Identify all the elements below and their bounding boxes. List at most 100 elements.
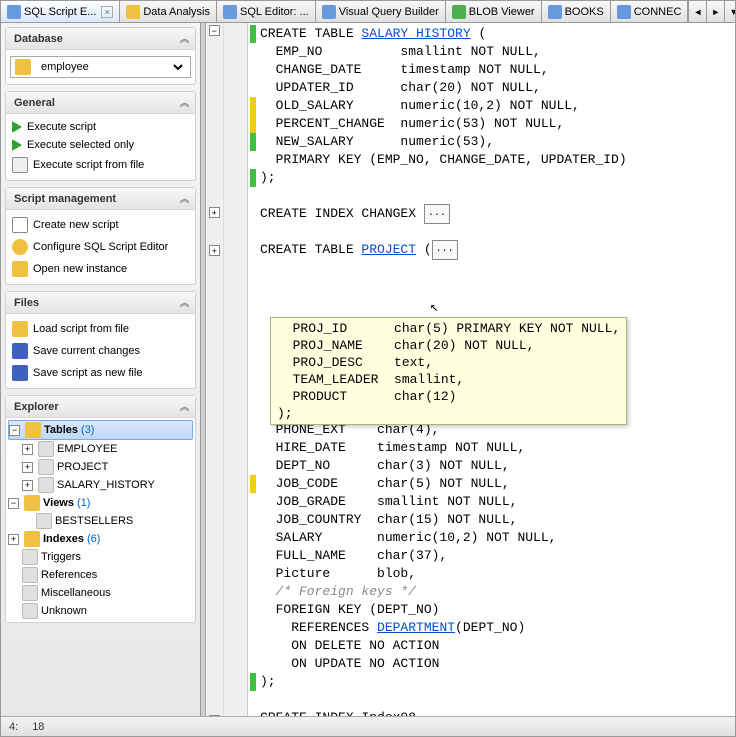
item-label: Configure SQL Script Editor (33, 241, 168, 253)
sidebar-item[interactable]: Execute selected only (8, 136, 193, 154)
tree-row[interactable]: −Views (1) (8, 494, 193, 512)
fold-toggle-icon[interactable]: + (209, 207, 220, 218)
code-line[interactable] (250, 691, 735, 709)
code-line[interactable] (250, 259, 735, 277)
change-marker (250, 223, 256, 241)
code-line[interactable]: UPDATER_ID char(20) NOT NULL, (250, 79, 735, 97)
editor[interactable]: −++− CREATE TABLE SALARY_HISTORY ( EMP_N… (206, 23, 735, 716)
code-line[interactable]: JOB_CODE char(5) NOT NULL, (250, 475, 735, 493)
tab-nav-button[interactable]: ▼ (724, 1, 735, 22)
tab[interactable]: CONNEC (611, 1, 689, 22)
ellipsis-icon[interactable]: ... (424, 204, 450, 224)
code-line[interactable]: DEPT_NO char(3) NOT NULL, (250, 457, 735, 475)
code-line[interactable]: CREATE INDEX Index08 (250, 709, 735, 716)
sidebar-item[interactable]: Save script as new file (8, 362, 193, 384)
code-line[interactable]: Picture blob, (250, 565, 735, 583)
explorer-header[interactable]: Explorer ︽ (6, 396, 195, 418)
tree-row[interactable]: +SALARY_HISTORY (8, 476, 193, 494)
script-management-header[interactable]: Script management ︽ (6, 188, 195, 210)
fold-toggle-icon[interactable]: + (209, 245, 220, 256)
code-line[interactable]: FOREIGN KEY (DEPT_NO) (250, 601, 735, 619)
code-line[interactable]: REFERENCES DEPARTMENT(DEPT_NO) (250, 619, 735, 637)
code-line[interactable]: CHANGE_DATE timestamp NOT NULL, (250, 61, 735, 79)
code-line[interactable] (250, 223, 735, 241)
tree-toggle-icon[interactable]: + (22, 444, 33, 455)
tab[interactable]: SQL Editor: ... (217, 1, 316, 22)
tree-toggle-icon[interactable]: − (8, 498, 19, 509)
general-header[interactable]: General ︽ (6, 92, 195, 114)
sidebar-item[interactable]: Configure SQL Script Editor (8, 236, 193, 258)
code-line[interactable]: CREATE TABLE PROJECT ( ... PROJ_ID char(… (250, 241, 735, 259)
tree-row[interactable]: +Indexes (6) (8, 530, 193, 548)
tree-label: Unknown (41, 603, 87, 619)
tree-row[interactable]: Miscellaneous (8, 584, 193, 602)
code-text: ( (416, 241, 432, 259)
code-line[interactable]: /* Foreign keys */ (250, 583, 735, 601)
tree-row[interactable]: −Tables (3) (8, 420, 193, 440)
code-body[interactable]: CREATE TABLE SALARY_HISTORY ( EMP_NO sma… (248, 23, 735, 716)
code-line[interactable]: PERCENT_CHANGE numeric(53) NOT NULL, (250, 115, 735, 133)
change-marker (250, 547, 256, 565)
code-link[interactable]: PROJECT (361, 241, 416, 259)
tree-toggle-icon[interactable]: − (9, 425, 20, 436)
code-line[interactable]: ON UPDATE NO ACTION (250, 655, 735, 673)
database-header[interactable]: Database ︽ (6, 28, 195, 50)
code-text: Picture blob, (260, 565, 416, 583)
ellipsis-icon[interactable]: ... (432, 240, 458, 260)
collapse-icon: ︽ (180, 400, 187, 413)
fold-toggle-icon[interactable]: − (209, 25, 220, 36)
tab-nav-button[interactable]: ► (706, 1, 724, 22)
open-icon (12, 261, 28, 277)
code-link[interactable]: DEPARTMENT (377, 619, 455, 637)
tree-row[interactable]: References (8, 566, 193, 584)
code-line[interactable] (250, 277, 735, 295)
sidebar-item[interactable]: Open new instance (8, 258, 193, 280)
code-line[interactable] (250, 187, 735, 205)
tab[interactable]: BOOKS (542, 1, 611, 22)
close-icon[interactable]: × (101, 6, 113, 18)
code-line[interactable]: FULL_NAME char(37), (250, 547, 735, 565)
tab-nav-button[interactable]: ◄ (688, 1, 706, 22)
code-line[interactable]: OLD_SALARY numeric(10,2) NOT NULL, (250, 97, 735, 115)
tab[interactable]: SQL Script E...× (1, 1, 120, 22)
code-line[interactable]: ); (250, 169, 735, 187)
tree-toggle-icon[interactable]: + (22, 462, 33, 473)
tree-count: (1) (77, 495, 90, 511)
tree-row[interactable]: Triggers (8, 548, 193, 566)
change-marker (250, 619, 256, 637)
database-select[interactable]: employee (37, 60, 186, 74)
code-line[interactable]: PRIMARY KEY (EMP_NO, CHANGE_DATE, UPDATE… (250, 151, 735, 169)
code-line[interactable]: ); (250, 673, 735, 691)
code-line[interactable]: CREATE TABLE SALARY_HISTORY ( (250, 25, 735, 43)
tree-toggle-icon[interactable]: + (8, 534, 19, 545)
sidebar-item[interactable]: Execute script (8, 118, 193, 136)
code-line[interactable]: NEW_SALARY numeric(53), (250, 133, 735, 151)
tab[interactable]: Data Analysis (120, 1, 217, 22)
code-line[interactable]: JOB_GRADE smallint NOT NULL, (250, 493, 735, 511)
database-dropdown[interactable]: employee (10, 56, 191, 78)
play-sel-icon (12, 139, 22, 151)
code-line[interactable]: CREATE INDEX CHANGEX ... (250, 205, 735, 223)
code-line[interactable]: HIRE_DATE timestamp NOT NULL, (250, 439, 735, 457)
code-line[interactable]: SALARY numeric(10,2) NOT NULL, (250, 529, 735, 547)
code-line[interactable]: ON DELETE NO ACTION (250, 637, 735, 655)
tab-label: Data Analysis (143, 6, 210, 18)
sidebar-item[interactable]: Create new script (8, 214, 193, 236)
tree-toggle-icon[interactable]: + (22, 480, 33, 491)
gutter: −++− (206, 23, 248, 716)
code-line[interactable]: JOB_COUNTRY char(15) NOT NULL, (250, 511, 735, 529)
sidebar-item[interactable]: Load script from file (8, 318, 193, 340)
tab[interactable]: BLOB Viewer (446, 1, 542, 22)
code-line[interactable] (250, 295, 735, 313)
tree-row[interactable]: +PROJECT (8, 458, 193, 476)
sidebar-item[interactable]: Execute script from file (8, 154, 193, 176)
tree-row[interactable]: Unknown (8, 602, 193, 620)
code-line[interactable]: EMP_NO smallint NOT NULL, (250, 43, 735, 61)
tree-row[interactable]: +EMPLOYEE (8, 440, 193, 458)
tab[interactable]: Visual Query Builder (316, 1, 446, 22)
sidebar-item[interactable]: Save current changes (8, 340, 193, 362)
code-link[interactable]: SALARY_HISTORY (361, 25, 470, 43)
files-header[interactable]: Files ︽ (6, 292, 195, 314)
tree-row[interactable]: BESTSELLERS (8, 512, 193, 530)
section-title: Files (14, 297, 39, 309)
